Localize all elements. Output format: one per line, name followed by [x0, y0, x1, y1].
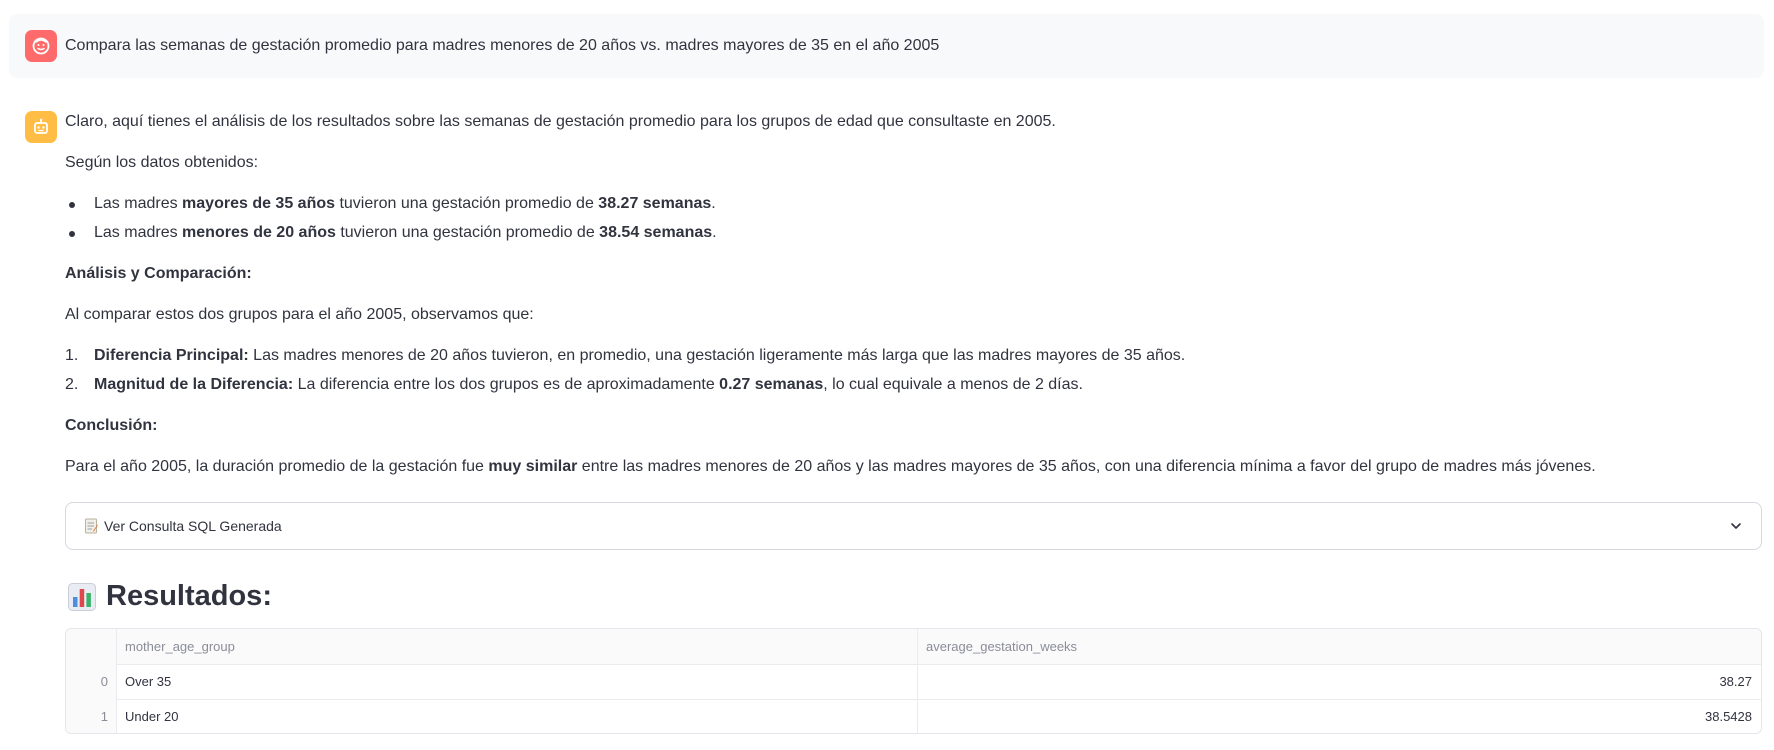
robot-icon — [34, 118, 48, 134]
bar-chart-icon — [68, 583, 96, 612]
row-index: 0 — [66, 664, 117, 699]
table-row: 1 Under 20 38.5428 — [66, 699, 1761, 733]
conclusion-heading: Conclusión: — [65, 417, 158, 434]
table-cell[interactable]: 38.27 — [918, 664, 1761, 699]
row-index: 1 — [66, 699, 117, 733]
analysis-numbered-list: 1. Diferencia Principal: Las madres menor… — [65, 344, 1765, 402]
sql-query-expander[interactable]: Ver Consulta SQL Generada — [65, 502, 1762, 550]
user-message-text: Compara las semanas de gestación promedi… — [65, 37, 940, 54]
user-avatar — [25, 30, 57, 62]
user-message: Compara las semanas de gestación promedi… — [9, 14, 1764, 78]
table-cell[interactable]: Over 35 — [117, 664, 918, 699]
assistant-message: Claro, aquí tienes el análisis de los re… — [65, 110, 1765, 479]
list-item: 1. Diferencia Principal: Las madres menor… — [65, 347, 1186, 364]
table-cell[interactable]: Under 20 — [117, 699, 918, 733]
list-item: 2. Magnitud de la Diferencia: La diferenc… — [65, 376, 1083, 393]
assistant-intro: Claro, aquí tienes el análisis de los re… — [65, 113, 1056, 130]
table-cell[interactable]: 38.5428 — [918, 699, 1761, 733]
table-header-row: mother_age_group average_gestation_weeks — [66, 629, 1761, 665]
conclusion-text: Para el año 2005, la duración promedio d… — [65, 458, 1596, 475]
table-row: 0 Over 35 38.27 — [66, 664, 1761, 700]
results-heading: Resultados: — [68, 578, 272, 614]
list-item: Las madres mayores de 35 años tuvieron u… — [65, 192, 1765, 221]
memo-icon — [85, 518, 98, 534]
results-bullet-list: Las madres mayores de 35 años tuvieron u… — [65, 192, 1765, 250]
data-intro: Según los datos obtenidos: — [65, 154, 259, 171]
column-header-mother-age-group[interactable]: mother_age_group — [117, 629, 918, 664]
analysis-intro: Al comparar estos dos grupos para el año… — [65, 306, 534, 323]
face-icon — [32, 37, 50, 55]
column-header-average-gestation-weeks[interactable]: average_gestation_weeks — [918, 629, 1761, 664]
analysis-heading: Análisis y Comparación: — [65, 265, 252, 282]
index-header — [66, 629, 117, 664]
expander-label: Ver Consulta SQL Generada — [104, 518, 282, 534]
list-item: Las madres menores de 20 años tuvieron u… — [65, 221, 1765, 250]
assistant-avatar — [25, 111, 57, 143]
chevron-down-icon[interactable] — [1729, 519, 1743, 533]
results-table[interactable]: mother_age_group average_gestation_weeks… — [65, 628, 1762, 734]
